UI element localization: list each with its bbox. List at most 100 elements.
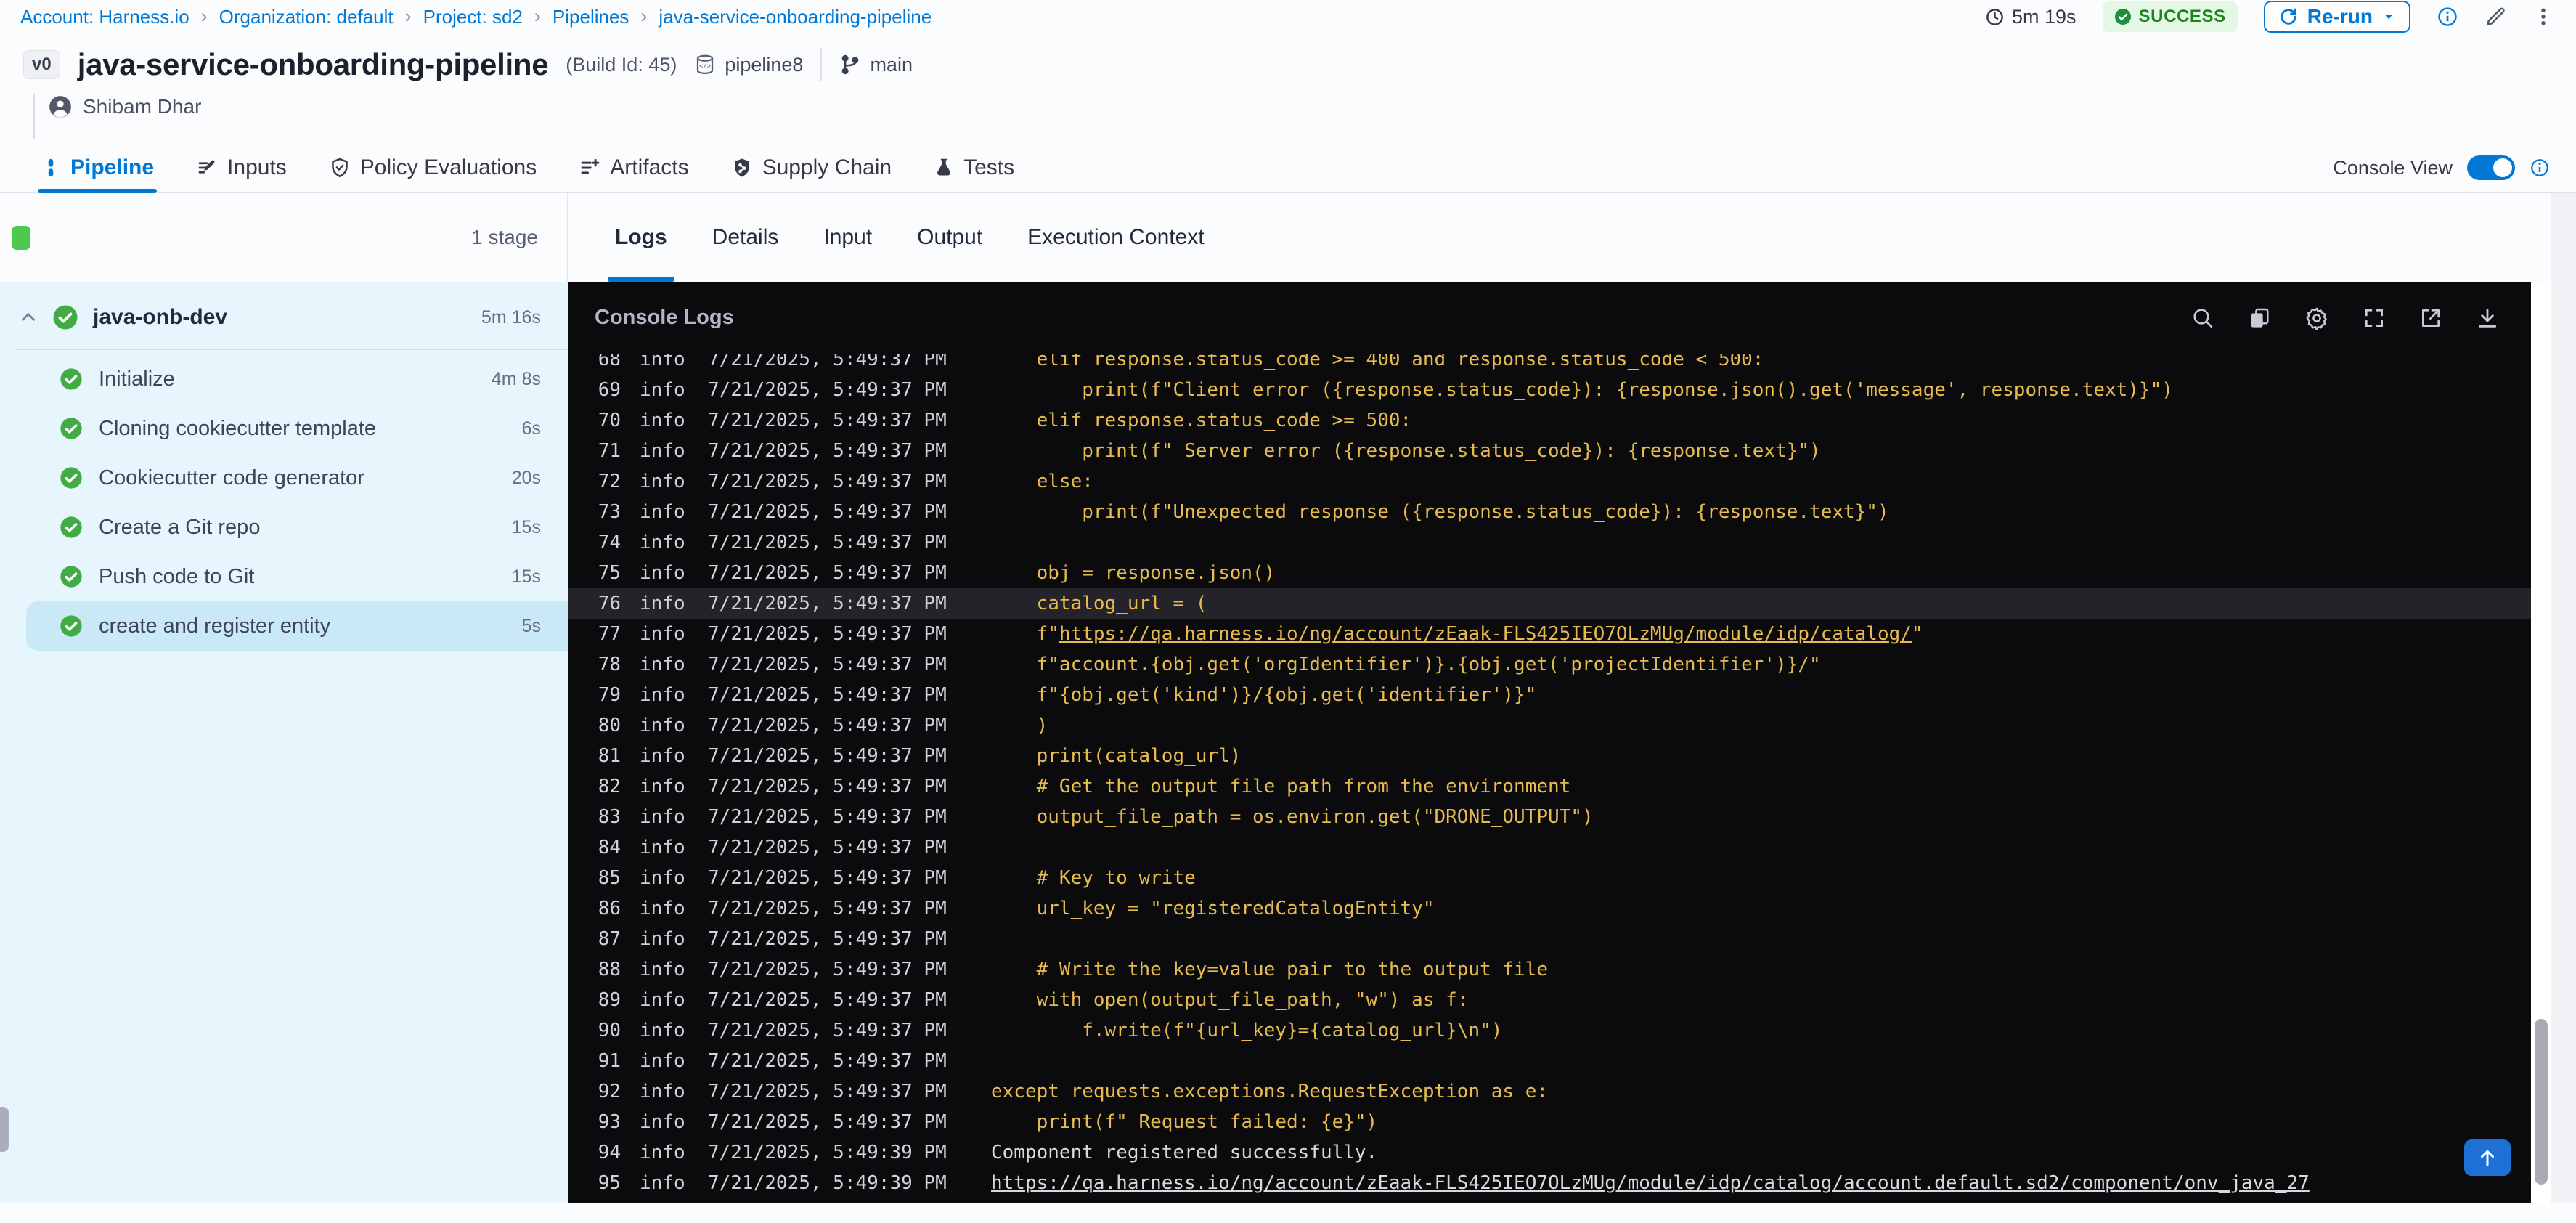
left-panel-handle[interactable] <box>0 1107 9 1152</box>
chevron-up-icon[interactable] <box>19 308 38 327</box>
tab-supply-chain[interactable]: Supply Chain <box>731 144 892 192</box>
log-level: info <box>640 1020 685 1041</box>
stage-status-square <box>12 225 30 250</box>
console-toolbar <box>2191 306 2499 330</box>
log-line-number: 87 <box>598 928 621 950</box>
divider <box>15 349 568 350</box>
log-link[interactable]: https://qa.harness.io/ng/account/zEaak-F… <box>991 1172 2310 1194</box>
success-check-icon <box>2114 8 2132 25</box>
log-tab-details[interactable]: Details <box>711 193 780 282</box>
log-line: 85 info 7/21/2025, 5:49:37 PM # Key to wri… <box>568 863 2551 893</box>
log-line: 71 info 7/21/2025, 5:49:37 PM print(f" Ser… <box>568 436 2551 466</box>
log-timestamp: 7/21/2025, 5:49:37 PM <box>708 898 947 919</box>
info-icon[interactable] <box>2437 6 2458 28</box>
log-tab-input[interactable]: Input <box>822 193 873 282</box>
log-level: info <box>640 1081 685 1102</box>
flask-icon <box>934 158 954 178</box>
scroll-to-top-button[interactable] <box>2464 1139 2511 1176</box>
console-view-label: Console View <box>2333 156 2453 179</box>
step-success-icon <box>60 367 83 391</box>
console-log-body[interactable]: 68 info 7/21/2025, 5:49:37 PM elif respons… <box>568 354 2551 1203</box>
log-line-number: 80 <box>598 715 621 736</box>
step-row-cloning-cookiecutter-template[interactable]: Cloning cookiecutter template 6s <box>26 404 568 453</box>
log-timestamp: 7/21/2025, 5:49:37 PM <box>708 623 947 645</box>
console-view-toggle[interactable] <box>2467 155 2515 180</box>
tab-inputs[interactable]: Inputs <box>196 144 287 192</box>
stage-row-java-onb-dev[interactable]: java-onb-dev 5m 16s <box>0 293 568 341</box>
log-text-segment: catalog_url = ( <box>991 593 1207 614</box>
log-line-number: 86 <box>598 898 621 919</box>
log-line: 88 info 7/21/2025, 5:49:37 PM # Write the … <box>568 954 2551 985</box>
log-line: 70 info 7/21/2025, 5:49:37 PM elif respons… <box>568 405 2551 436</box>
log-tab-output[interactable]: Output <box>916 193 984 282</box>
re-run-label: Re-run <box>2307 5 2373 28</box>
download-icon[interactable] <box>2476 306 2499 330</box>
log-line: 94 info 7/21/2025, 5:49:39 PM Component reg… <box>568 1137 2551 1168</box>
log-level: info <box>640 410 685 431</box>
open-in-new-icon[interactable] <box>2419 306 2442 330</box>
git-branch-icon <box>839 54 861 76</box>
stage-success-icon <box>52 304 78 330</box>
log-level: info <box>640 867 685 889</box>
log-text: print(f"Client error ({response.status_c… <box>991 379 2173 401</box>
breadcrumb-item-account-harness-io[interactable]: Account: Harness.io <box>20 6 189 28</box>
tab-pipeline[interactable]: Pipeline <box>37 144 158 193</box>
log-text: elif response.status_code >= 400 and res… <box>991 354 1764 370</box>
repository-info[interactable]: </> pipeline8 <box>694 54 803 76</box>
tab-policy-evaluations[interactable]: Policy Evaluations <box>329 144 537 192</box>
log-line: 84 info 7/21/2025, 5:49:37 PM <box>568 832 2551 863</box>
info-icon[interactable] <box>2530 158 2550 178</box>
log-line-number: 95 <box>598 1172 621 1194</box>
log-tab-execution-context[interactable]: Execution Context <box>1026 193 1205 282</box>
log-line: 87 info 7/21/2025, 5:49:37 PM <box>568 924 2551 954</box>
step-row-create-a-git-repo[interactable]: Create a Git repo 15s <box>26 503 568 552</box>
log-timestamp: 7/21/2025, 5:49:37 PM <box>708 501 947 523</box>
log-timestamp: 7/21/2025, 5:49:37 PM <box>708 1081 947 1102</box>
settings-icon[interactable] <box>2304 306 2329 330</box>
search-icon[interactable] <box>2191 306 2214 330</box>
log-timestamp: 7/21/2025, 5:49:37 PM <box>708 715 947 736</box>
log-text: with open(output_file_path, "w") as f: <box>991 989 1469 1011</box>
log-level: info <box>640 593 685 614</box>
log-line-number: 68 <box>598 354 621 370</box>
breadcrumb-item-pipelines[interactable]: Pipelines <box>553 6 629 28</box>
breadcrumb-item-java-service-onboarding-pipeline[interactable]: java-service-onboarding-pipeline <box>659 6 932 28</box>
log-link[interactable]: https://qa.harness.io/ng/account/zEaak-F… <box>1059 623 1912 645</box>
console-scrollbar[interactable] <box>2531 282 2551 1203</box>
console-logs-panel: Console Logs 68 info 7/21/2025, 5:49:37 PM… <box>568 282 2551 1203</box>
tab-label: Pipeline <box>70 155 155 179</box>
step-success-icon <box>60 614 83 638</box>
step-row-initialize[interactable]: Initialize 4m 8s <box>26 354 568 404</box>
log-line-number: 92 <box>598 1081 621 1102</box>
branch-info[interactable]: main <box>839 54 913 76</box>
tab-tests[interactable]: Tests <box>934 144 1014 192</box>
log-line: 80 info 7/21/2025, 5:49:37 PM ) <box>568 710 2551 741</box>
log-timestamp: 7/21/2025, 5:49:37 PM <box>708 989 947 1011</box>
log-text-segment: # Get the output file path from the envi… <box>991 776 1571 797</box>
fullscreen-icon[interactable] <box>2363 306 2386 330</box>
breadcrumb-item-organization-default[interactable]: Organization: default <box>219 6 394 28</box>
copy-icon[interactable] <box>2248 306 2271 330</box>
scrollbar-thumb[interactable] <box>2535 1019 2548 1185</box>
step-success-icon <box>60 516 83 539</box>
log-line: 82 info 7/21/2025, 5:49:37 PM # Get the ou… <box>568 771 2551 802</box>
more-options-icon[interactable] <box>2532 6 2554 28</box>
log-level: info <box>640 1172 685 1194</box>
re-run-button[interactable]: Re-run <box>2263 1 2410 33</box>
log-text-segment: with open(output_file_path, "w") as f: <box>991 989 1469 1011</box>
step-row-push-code-to-git[interactable]: Push code to Git 15s <box>26 552 568 601</box>
log-tab-logs[interactable]: Logs <box>608 193 674 282</box>
log-line-number: 74 <box>598 532 621 553</box>
log-line-number: 83 <box>598 806 621 828</box>
log-line-number: 73 <box>598 501 621 523</box>
edit-pencil-icon[interactable] <box>2485 6 2506 28</box>
breadcrumb-item-project-sd2[interactable]: Project: sd2 <box>423 6 523 28</box>
tab-artifacts[interactable]: Artifacts <box>579 144 689 192</box>
step-row-create-and-register-entity[interactable]: create and register entity 5s <box>26 601 568 651</box>
repository-name: pipeline8 <box>725 53 804 76</box>
log-timestamp: 7/21/2025, 5:49:37 PM <box>708 928 947 950</box>
log-timestamp: 7/21/2025, 5:49:37 PM <box>708 379 947 401</box>
log-timestamp: 7/21/2025, 5:49:37 PM <box>708 959 947 980</box>
log-text-segment: else: <box>991 471 1093 492</box>
step-row-cookiecutter-code-generator[interactable]: Cookiecutter code generator 20s <box>26 453 568 503</box>
